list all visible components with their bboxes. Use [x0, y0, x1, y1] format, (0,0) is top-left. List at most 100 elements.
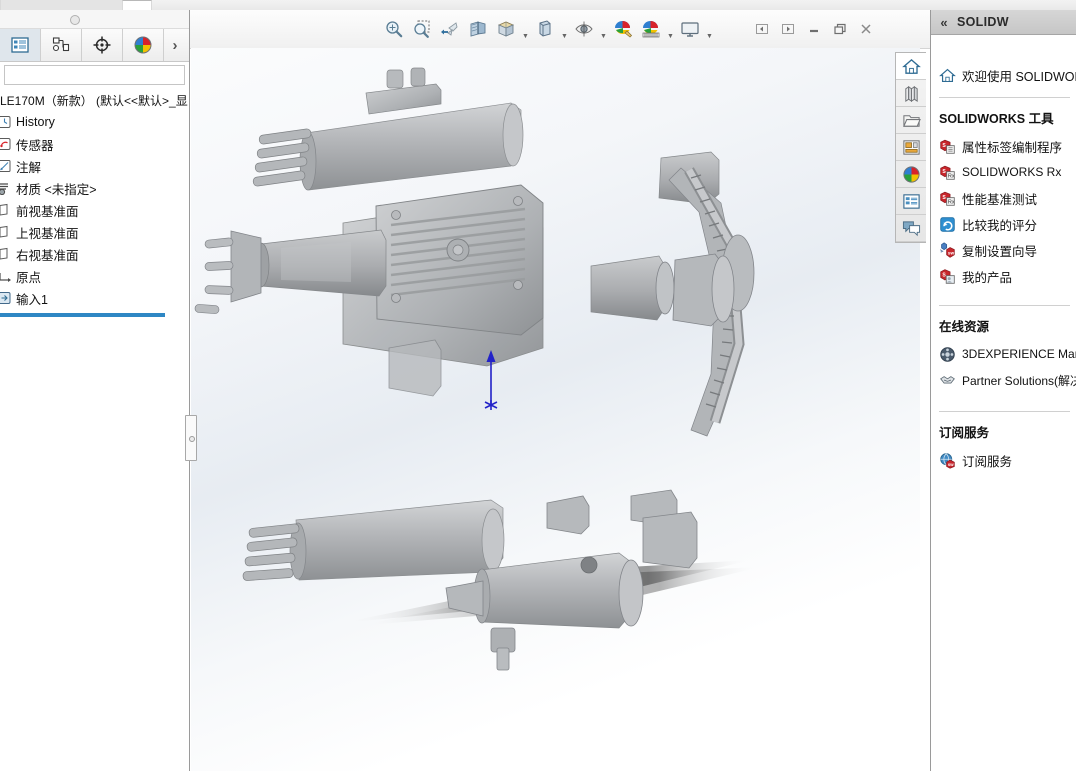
- tree-node-label: 材质 <未指定>: [16, 182, 97, 197]
- view-orientation-button[interactable]: [492, 14, 520, 44]
- origin-icon: [0, 273, 11, 282]
- item-label: 我的产品: [962, 270, 1013, 285]
- feature-tree-filter-input[interactable]: [4, 65, 185, 85]
- tree-node-imported1[interactable]: 输入1: [0, 287, 189, 309]
- view-settings-caret[interactable]: ▼: [704, 10, 715, 49]
- item-label: 订阅服务: [962, 454, 1013, 469]
- edit-appearance-button[interactable]: [609, 14, 637, 44]
- task-pane-header: « SOLIDW: [931, 10, 1076, 35]
- tree-node-right-plane[interactable]: 右视基准面: [0, 243, 189, 265]
- rollback-bar[interactable]: [0, 313, 165, 317]
- task-pane-tab-strip: [895, 52, 926, 243]
- property-tab-builder-item[interactable]: S 属性标签编制程序: [939, 133, 1076, 159]
- partner-solutions-icon: [940, 375, 955, 383]
- tree-root-label[interactable]: LE170M（新款） (默认<<默认>_显: [0, 90, 189, 111]
- close-button[interactable]: [853, 15, 879, 43]
- feature-manager-splitter[interactable]: [185, 415, 197, 461]
- design-library-tab[interactable]: [896, 80, 926, 107]
- partner-solutions-item[interactable]: Partner Solutions(解决: [939, 367, 1076, 393]
- task-pane: « SOLIDW 欢迎使用 SOLIDWORK SOLIDWORKS 工具 S: [930, 10, 1076, 771]
- view-settings-button[interactable]: [676, 14, 704, 44]
- configuration-manager-tab[interactable]: [82, 29, 123, 61]
- section-view-button[interactable]: [464, 14, 492, 44]
- tree-node-label: 右视基准面: [16, 248, 79, 263]
- tree-node-history[interactable]: History: [0, 111, 189, 133]
- tree-node-origin[interactable]: 原点: [0, 265, 189, 287]
- tree-node-front-plane[interactable]: 前视基准面: [0, 199, 189, 221]
- feature-manager-panel: › LE170M（新款） (默认<<默认>_显 History 传感器 注解 材…: [0, 10, 197, 771]
- solidworks-rx-item[interactable]: S Rx SOLIDWORKS Rx: [939, 159, 1076, 185]
- svg-text:sw: sw: [948, 462, 954, 467]
- svg-text:S: S: [942, 168, 946, 174]
- feature-tree-tab[interactable]: [0, 29, 41, 61]
- svg-text:Rx: Rx: [948, 173, 955, 179]
- section-title-subscription: 订阅服务: [939, 426, 990, 440]
- welcome-link[interactable]: 欢迎使用 SOLIDWORK: [939, 61, 1076, 89]
- item-label: SOLIDWORKS Rx: [962, 165, 1062, 179]
- configuration-manager-icon: [93, 36, 111, 54]
- graphics-viewport[interactable]: Y: [191, 48, 920, 771]
- tree-node-material[interactable]: 材质 <未指定>: [0, 177, 189, 199]
- design-library-icon: [904, 85, 918, 102]
- next-document-button[interactable]: [775, 15, 801, 43]
- display-style-button[interactable]: [531, 14, 559, 44]
- item-label: 复制设置向导: [962, 244, 1038, 259]
- home-tab[interactable]: [896, 53, 926, 80]
- apply-scene-caret[interactable]: ▼: [665, 10, 676, 49]
- feature-tree: LE170M（新款） (默认<<默认>_显 History 传感器 注解 材质 …: [0, 90, 189, 317]
- appearances-icon: [902, 165, 920, 183]
- solidworks-forum-tab[interactable]: [896, 215, 926, 242]
- property-manager-icon: [52, 37, 70, 52]
- subscription-services-icon: sw: [940, 452, 955, 469]
- plane-icon: [0, 225, 8, 238]
- custom-properties-icon: [902, 193, 920, 209]
- file-explorer-tab[interactable]: [896, 107, 926, 134]
- 3dexperience-marketplace-item[interactable]: 3DEXPERIENCE Market: [939, 341, 1076, 367]
- subscription-services-item[interactable]: sw 订阅服务: [939, 447, 1076, 473]
- apply-scene-button[interactable]: [637, 14, 665, 44]
- minimize-button[interactable]: [801, 15, 827, 43]
- property-manager-tab[interactable]: [41, 29, 82, 61]
- feature-manager-more-button[interactable]: ›: [164, 29, 186, 61]
- compare-score-item[interactable]: 比较我的评分: [939, 211, 1076, 237]
- hide-show-items-caret[interactable]: ▼: [598, 10, 609, 49]
- feature-tree-icon: [11, 37, 29, 53]
- view-palette-tab[interactable]: [896, 134, 926, 161]
- window-buttons: [749, 15, 879, 43]
- tree-node-label: 输入1: [16, 292, 48, 307]
- section-title-tools: SOLIDWORKS 工具: [939, 112, 1054, 126]
- plane-icon: [0, 247, 8, 260]
- imported-feature-icon: [0, 292, 11, 304]
- collapse-task-pane-button[interactable]: «: [931, 15, 957, 30]
- display-manager-tab[interactable]: [123, 29, 164, 61]
- tree-node-sensors[interactable]: 传感器: [0, 133, 189, 155]
- feature-manager-pin-row[interactable]: [0, 10, 189, 29]
- previous-document-button[interactable]: [749, 15, 775, 43]
- tree-node-annotations[interactable]: 注解: [0, 155, 189, 177]
- zoom-to-fit-button[interactable]: [380, 14, 408, 44]
- history-icon: [0, 116, 11, 128]
- ribbon-tab-active[interactable]: [0, 0, 124, 10]
- custom-properties-tab[interactable]: [896, 188, 926, 215]
- restore-button[interactable]: [827, 15, 853, 43]
- cad-model[interactable]: [191, 48, 920, 771]
- benchmark-test-item[interactable]: S Rx 性能基准测试: [939, 185, 1076, 211]
- benchmark-test-icon: S Rx: [940, 191, 955, 206]
- feature-manager-tabs: ›: [0, 29, 189, 62]
- appearances-scenes-tab[interactable]: [896, 161, 926, 188]
- view-palette-icon: [902, 139, 920, 155]
- pin-icon[interactable]: [70, 15, 80, 25]
- sensors-icon: [0, 138, 11, 150]
- hide-show-items-button[interactable]: [570, 14, 598, 44]
- origin-axis-indicator: [480, 348, 504, 410]
- display-style-caret[interactable]: ▼: [559, 10, 570, 49]
- task-pane-title: SOLIDW: [957, 15, 1009, 29]
- my-products-item[interactable]: S 我的产品: [939, 263, 1076, 289]
- forum-icon: [902, 220, 920, 236]
- zoom-to-area-button[interactable]: [408, 14, 436, 44]
- view-orientation-caret[interactable]: ▼: [520, 10, 531, 49]
- tree-node-top-plane[interactable]: 上视基准面: [0, 221, 189, 243]
- copy-settings-wizard-item[interactable]: sw 复制设置向导: [939, 237, 1076, 263]
- solidworks-window: ▼ ▼ ▼ ▼ ▼ › LE170M（新款） (默认<<默认>_显 Histor…: [0, 0, 1076, 771]
- previous-view-button[interactable]: [436, 14, 464, 44]
